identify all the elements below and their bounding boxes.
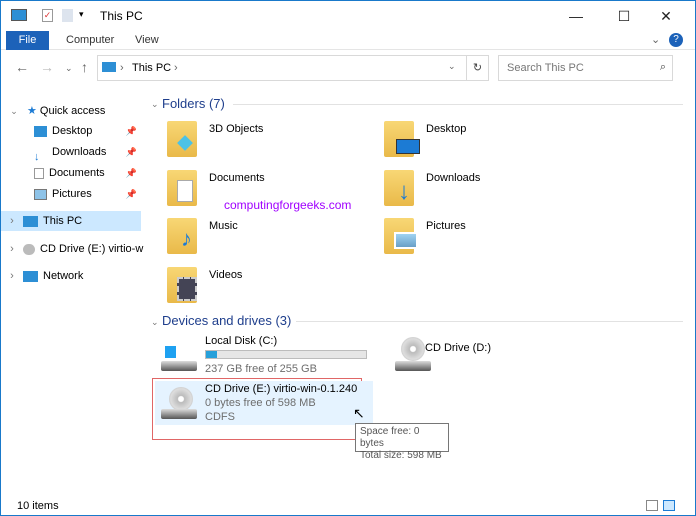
nav-item-documents[interactable]: Documents📌 [1, 163, 141, 183]
window-title: This PC [100, 9, 143, 23]
cd-drive-icon [23, 244, 35, 255]
windows-logo-icon [163, 345, 177, 359]
minimize-button[interactable]: — [553, 1, 599, 31]
drive-usage-fill [206, 351, 217, 358]
maximize-button[interactable]: ☐ [601, 1, 647, 31]
cd-drive-icon [169, 387, 193, 411]
recent-locations-button[interactable]: ⌄ [65, 63, 73, 74]
picture-icon [394, 232, 418, 249]
network-icon [23, 271, 38, 282]
customize-toolbar-icon[interactable]: ▾ [79, 9, 84, 20]
nav-item-downloads[interactable]: ↓Downloads📌 [1, 142, 141, 162]
pictures-icon [34, 189, 47, 200]
drive-cd-e[interactable]: CD Drive (E:) virtio-win-0.1.240 0 bytes… [155, 381, 373, 425]
film-icon [177, 277, 197, 301]
music-note-icon: ♪ [181, 226, 192, 252]
collapse-folders-icon[interactable]: ⌄ [151, 99, 159, 110]
nav-item-this-pc[interactable]: ›This PC [1, 211, 141, 231]
cd-drive-icon [401, 337, 425, 361]
drive-name: CD Drive (E:) virtio-win-0.1.240 [205, 383, 357, 395]
download-arrow-icon: ↓ [398, 178, 410, 206]
desktop-icon [34, 126, 47, 137]
breadcrumb-this-pc[interactable]: This PC [132, 62, 171, 74]
desktop-icon [396, 139, 420, 154]
document-icon [177, 180, 193, 202]
nav-item-cd-drive-e[interactable]: ›CD Drive (E:) virtio-w [1, 239, 141, 259]
status-item-count: 10 items [17, 500, 59, 512]
nav-item-pictures[interactable]: Pictures📌 [1, 184, 141, 204]
download-icon: ↓ [34, 147, 47, 158]
nav-item-network[interactable]: ›Network [1, 266, 141, 286]
drive-free-space: 0 bytes free of 598 MB [205, 397, 316, 409]
drives-group-header[interactable]: Devices and drives (3) [162, 313, 291, 328]
address-dropdown-button[interactable]: ⌄ [448, 61, 456, 72]
watermark-text: computingforgeeks.com [224, 198, 351, 212]
properties-icon[interactable]: ✓ [42, 9, 53, 22]
expand-ribbon-icon[interactable]: ⌄ [651, 33, 660, 46]
tab-view[interactable]: View [125, 31, 169, 50]
title-bar: ✓ ▾ This PC — ☐ ✕ [1, 1, 695, 31]
new-folder-icon[interactable] [62, 9, 73, 22]
back-button[interactable]: ← [15, 59, 29, 75]
close-button[interactable]: ✕ [643, 1, 689, 31]
tab-file[interactable]: File [6, 31, 49, 50]
documents-icon [34, 168, 44, 179]
address-bar[interactable]: › This PC › ⌄ ↻ [97, 55, 489, 81]
computer-icon [23, 216, 38, 227]
drive-name: Local Disk (C:) [205, 335, 277, 347]
large-icons-view-button[interactable] [663, 500, 675, 511]
up-button[interactable]: ↑ [81, 59, 88, 75]
computer-icon [11, 9, 27, 21]
pin-icon: 📌 [126, 142, 137, 162]
collapse-drives-icon[interactable]: ⌄ [151, 317, 159, 328]
folders-group-header[interactable]: Folders (7) [162, 96, 225, 111]
computer-icon [102, 62, 116, 72]
pin-icon: 📌 [126, 184, 137, 204]
mouse-cursor-icon: ↖ [353, 405, 365, 422]
drive-cd-d[interactable]: CD Drive (D:) [393, 333, 593, 377]
search-placeholder: Search This PC [507, 62, 584, 74]
nav-item-quick-access[interactable]: ⌄★ Quick access [1, 101, 141, 121]
drive-tooltip: Space free: 0 bytesTotal size: 598 MB [355, 423, 449, 452]
hard-drive-icon [161, 361, 197, 371]
pin-icon: 📌 [126, 121, 137, 141]
help-button[interactable]: ? [669, 33, 683, 47]
search-input[interactable]: Search This PC ⌕ [498, 55, 673, 81]
ribbon: File Computer View ⌄ ? [1, 31, 695, 50]
details-view-button[interactable] [646, 500, 658, 511]
navigation-pane: ⌄★ Quick access Desktop📌 ↓Downloads📌 Doc… [1, 97, 141, 487]
drive-filesystem: CDFS [205, 411, 235, 423]
drive-local-disk-c[interactable]: Local Disk (C:) 237 GB free of 255 GB [159, 333, 374, 377]
search-icon: ⌕ [660, 61, 666, 74]
drive-name: CD Drive (D:) [425, 342, 491, 354]
drive-usage-bar [205, 350, 367, 359]
tab-computer[interactable]: Computer [56, 31, 124, 50]
drive-free-space: 237 GB free of 255 GB [205, 363, 317, 375]
pin-icon: 📌 [126, 163, 137, 183]
nav-item-desktop[interactable]: Desktop📌 [1, 121, 141, 141]
refresh-button[interactable]: ↻ [466, 56, 488, 80]
forward-button[interactable]: → [40, 59, 54, 75]
